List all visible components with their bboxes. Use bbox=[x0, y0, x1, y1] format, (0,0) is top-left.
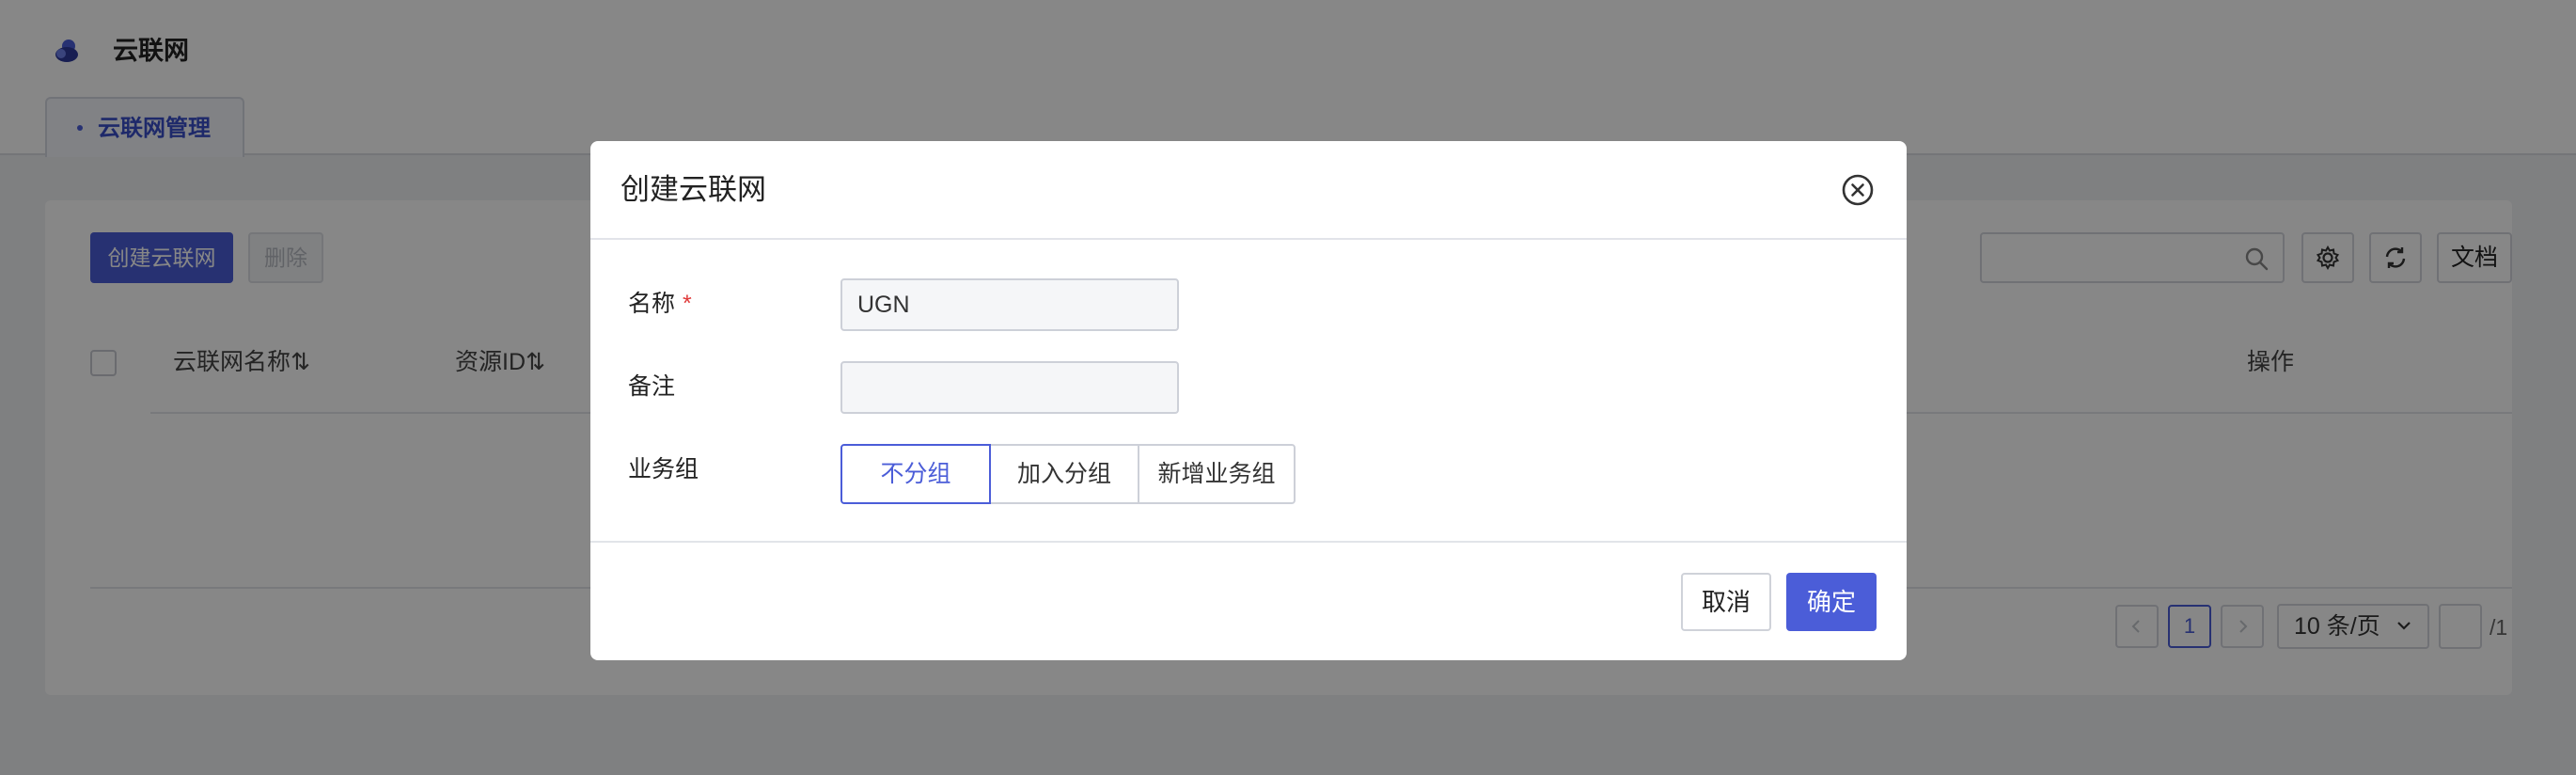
dialog-footer-divider bbox=[590, 541, 1907, 543]
group-option-new-group[interactable]: 新增业务组 bbox=[1138, 444, 1296, 504]
dialog-title: 创建云联网 bbox=[620, 173, 766, 206]
remark-input[interactable] bbox=[840, 361, 1179, 414]
remark-field-label: 备注 bbox=[628, 373, 676, 400]
group-option-join-group[interactable]: 加入分组 bbox=[989, 444, 1139, 504]
group-field-label: 业务组 bbox=[628, 456, 699, 482]
name-field-label: 名称 * bbox=[628, 288, 692, 320]
dialog-header-divider bbox=[590, 238, 1907, 240]
cancel-button[interactable]: 取消 bbox=[1681, 573, 1771, 631]
required-mark: * bbox=[683, 291, 692, 317]
name-label-text: 名称 bbox=[628, 291, 676, 317]
confirm-button[interactable]: 确定 bbox=[1786, 573, 1877, 631]
close-icon[interactable] bbox=[1840, 172, 1876, 208]
name-input[interactable]: UGN bbox=[840, 278, 1179, 331]
group-option-no-group[interactable]: 不分组 bbox=[840, 444, 991, 504]
